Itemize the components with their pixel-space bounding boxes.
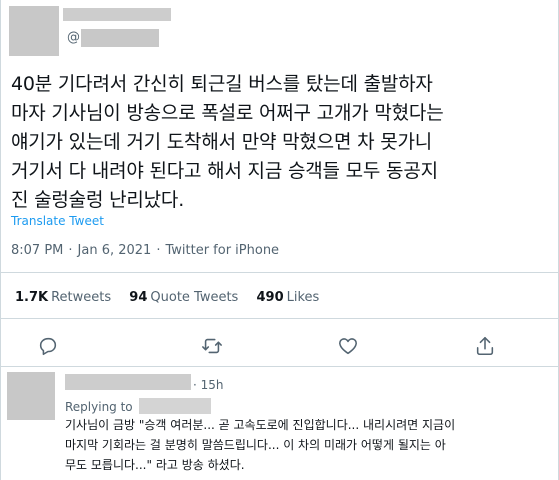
tweet-text-line: 진 술렁술렁 난리났다. — [11, 189, 185, 211]
retweets-stat[interactable]: 1.7K Retweets — [15, 290, 111, 305]
tweet-body: 40분 기다려서 간신히 퇴근길 버스를 탔는데 출발하자 마자 기사님이 방송… — [11, 70, 556, 215]
like-button[interactable] — [334, 332, 362, 360]
tweet-text-line: 얘기가 있는데 거기 도착해서 만약 막혔으면 차 못가니 — [11, 131, 433, 153]
likes-label: Likes — [286, 290, 320, 305]
meta-separator: · — [68, 243, 73, 258]
retweets-count: 1.7K — [15, 290, 49, 305]
likes-stat[interactable]: 490 Likes — [256, 290, 319, 305]
retweet-button[interactable] — [198, 332, 226, 360]
retweets-label: Retweets — [51, 290, 112, 305]
reply-time[interactable]: · 15h — [193, 378, 224, 392]
divider — [1, 366, 559, 367]
tweet-stats: 1.7K Retweets 94 Quote Tweets 490 Likes — [15, 290, 333, 305]
quote-tweets-label: Quote Tweets — [150, 290, 239, 305]
replying-to-label: Replying to — [65, 400, 133, 414]
divider — [1, 318, 559, 319]
author-handle-prefix: @ — [67, 30, 80, 45]
translate-tweet-link[interactable]: Translate Tweet — [11, 214, 104, 228]
share-button[interactable] — [471, 332, 499, 360]
meta-separator: · — [156, 243, 161, 258]
tweet-text-line: 마자 기사님이 방송으로 폭설로 어쩌구 고개가 막혔다는 — [11, 102, 444, 124]
tweet-date[interactable]: Jan 6, 2021 — [78, 243, 152, 258]
reply-text-line: 마지막 기회라는 걸 분명히 말씀드립니다... 이 차의 미래가 어떻게 될지… — [65, 438, 446, 452]
tweet-text-line: 거기서 다 내려야 된다고 해서 지금 승객들 모두 동공지 — [11, 160, 438, 182]
reply-body: 기사님이 금방 "승객 여러분... 곧 고속도로에 진입합니다... 내리시려… — [65, 415, 555, 475]
tweet-actions — [1, 332, 559, 360]
tweet-meta: 8:07 PM · Jan 6, 2021 · Twitter for iPhone — [11, 243, 284, 258]
like-icon — [339, 338, 357, 355]
reply-text-line: 무도 모릅니다..." 라고 방송 하셨다. — [65, 458, 245, 472]
quote-tweets-stat[interactable]: 94 Quote Tweets — [129, 290, 238, 305]
tweet-text-line: 40분 기다려서 간신히 퇴근길 버스를 탔는데 출발하자 — [11, 73, 433, 95]
likes-count: 490 — [256, 290, 284, 305]
reply-author-name-redacted[interactable] — [65, 374, 191, 390]
author-name-redacted[interactable] — [63, 8, 171, 21]
tweet-source[interactable]: Twitter for iPhone — [165, 243, 279, 258]
author-avatar[interactable] — [9, 6, 59, 56]
retweet-icon — [202, 338, 222, 354]
tweet-time[interactable]: 8:07 PM — [11, 243, 63, 258]
reply-button[interactable] — [34, 332, 62, 360]
tweet-frame: @ 40분 기다려서 간신히 퇴근길 버스를 탔는데 출발하자 마자 기사님이 … — [0, 0, 559, 480]
divider — [1, 272, 559, 273]
replying-to-handle-redacted[interactable] — [139, 398, 211, 414]
reply-text-line: 기사님이 금방 "승객 여러분... 곧 고속도로에 진입합니다... 내리시려… — [65, 418, 456, 432]
author-handle-redacted[interactable] — [81, 29, 159, 47]
quote-tweets-count: 94 — [129, 290, 148, 305]
reply-icon — [39, 337, 57, 356]
share-icon — [476, 336, 494, 356]
reply-author-avatar[interactable] — [7, 372, 55, 420]
